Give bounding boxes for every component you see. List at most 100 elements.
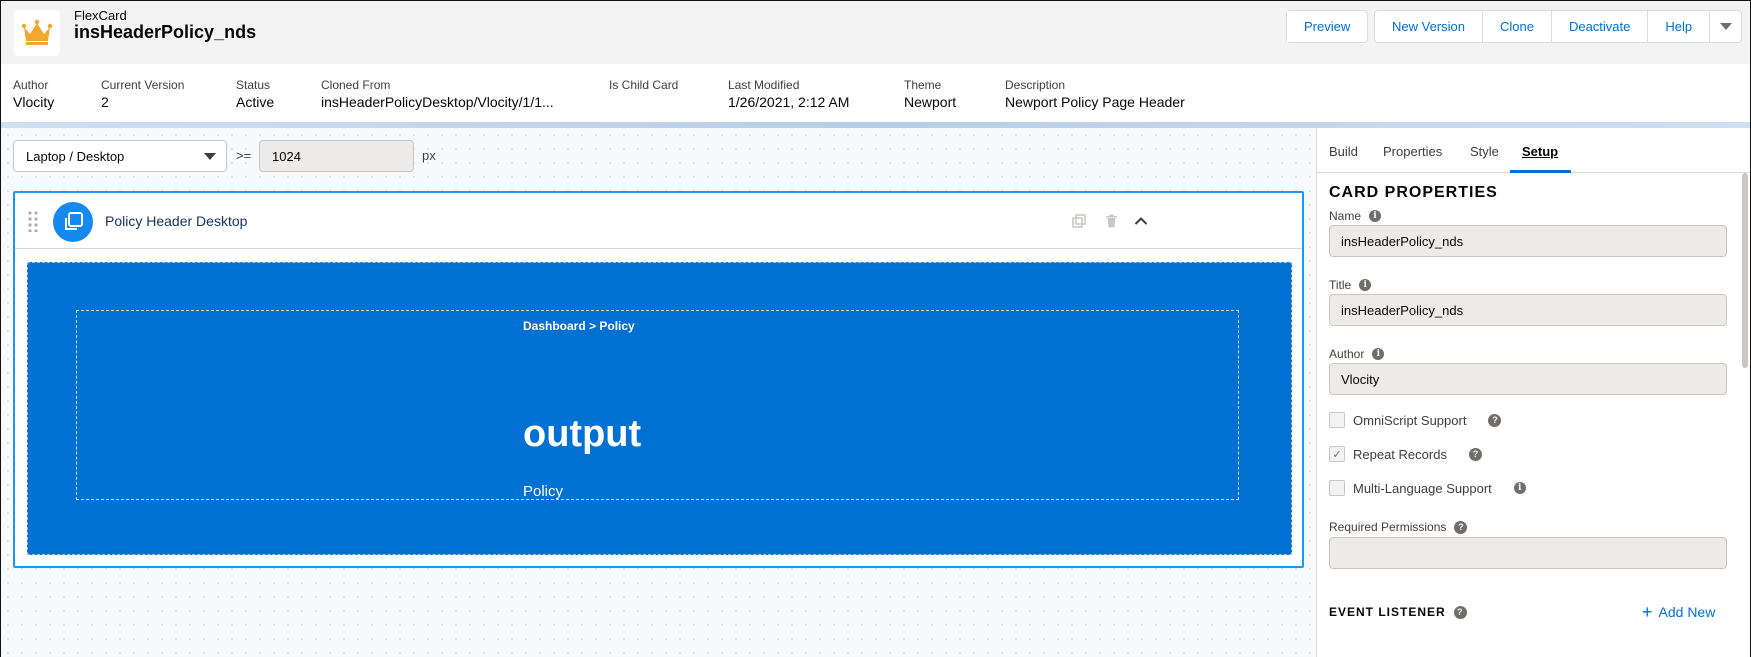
new-version-button[interactable]: New Version — [1375, 11, 1482, 42]
device-select-value: Laptop / Desktop — [26, 148, 125, 164]
omniscript-support-checkbox[interactable] — [1329, 412, 1345, 428]
card-stack-icon — [53, 202, 93, 242]
help-icon[interactable]: ? — [1488, 413, 1502, 427]
highlight-label: Last Modified — [728, 78, 800, 92]
highlight-label: Status — [236, 78, 271, 92]
side-panel-scrollbar[interactable] — [1742, 173, 1748, 368]
checkbox-label: Multi-Language Support — [1353, 480, 1492, 496]
highlight-is-child-card: Is Child Card — [609, 77, 678, 93]
info-icon[interactable]: i — [1359, 279, 1372, 291]
deactivate-button[interactable]: Deactivate — [1550, 11, 1648, 42]
device-select[interactable]: Laptop / Desktop — [13, 140, 227, 172]
highlight-author: Author Vlocity — [13, 77, 54, 111]
help-icon[interactable]: ? — [1454, 520, 1468, 534]
help-icon[interactable]: ? — [1453, 605, 1467, 619]
multi-language-support-checkbox-row: Multi-Language Support i — [1329, 480, 1526, 496]
output-subtitle: Policy — [523, 483, 564, 500]
card-header: Policy Header Desktop — [15, 193, 1302, 249]
required-permissions-label-text: Required Permissions — [1329, 520, 1447, 534]
highlight-label: Is Child Card — [609, 78, 679, 92]
highlight-value: 2 — [101, 94, 109, 110]
highlight-label: Cloned From — [321, 78, 391, 92]
preview-button[interactable]: Preview — [1287, 11, 1368, 42]
omniscript-support-checkbox-row: OmniScript Support ? — [1329, 412, 1502, 428]
tab-style[interactable]: Style — [1470, 144, 1499, 159]
help-icon[interactable]: ? — [1468, 447, 1482, 461]
highlight-value: Active — [236, 94, 275, 110]
event-listener-title: EVENT LISTENER — [1329, 605, 1446, 619]
info-icon[interactable]: i — [1372, 348, 1385, 360]
plus-icon: + — [1642, 602, 1653, 622]
designer-canvas: Laptop / Desktop >= 1024 px Policy Heade… — [1, 128, 1316, 657]
title-field[interactable]: insHeaderPolicy_nds — [1329, 294, 1727, 326]
crown-icon — [14, 10, 60, 56]
copy-icon[interactable] — [1070, 212, 1088, 230]
author-label-text: Author — [1329, 347, 1365, 361]
checkbox-label: Repeat Records — [1353, 446, 1447, 462]
name-label-text: Name — [1329, 209, 1362, 223]
highlight-label: Description — [1005, 78, 1066, 92]
add-new-event-listener-button[interactable]: + Add New — [1642, 602, 1716, 622]
card-preview-block[interactable] — [76, 310, 1239, 500]
page-header: FlexCard insHeaderPolicy_nds Preview New… — [1, 1, 1750, 128]
help-button[interactable]: Help — [1647, 11, 1710, 42]
highlight-theme: Theme Newport — [904, 77, 956, 111]
checkbox-label: OmniScript Support — [1353, 412, 1467, 428]
side-panel-tabs: Build Properties Style Setup — [1317, 128, 1750, 173]
highlight-value: Newport — [904, 94, 957, 110]
clone-button[interactable]: Clone — [1481, 11, 1551, 42]
required-permissions-label: Required Permissions ? — [1329, 520, 1468, 534]
repeat-records-checkbox-row: ✓ Repeat Records ? — [1329, 446, 1482, 462]
name-field[interactable]: insHeaderPolicy_nds — [1329, 225, 1727, 257]
chevron-up-icon[interactable] — [1132, 212, 1150, 230]
highlight-description: Description Newport Policy Page Header — [1005, 77, 1185, 111]
card-preview-panel[interactable]: Dashboard > Policy output Policy — [27, 262, 1292, 555]
highlight-value: insHeaderPolicyDesktop/Vlocity/1/1... — [321, 94, 554, 110]
highlight-label: Current Version — [101, 78, 185, 92]
breadcrumb: Dashboard > Policy — [523, 319, 635, 333]
info-icon[interactable]: i — [1513, 482, 1526, 494]
card-frame[interactable]: Policy Header Desktop Dashboard > Policy… — [13, 191, 1304, 568]
highlight-value: Vlocity — [13, 94, 55, 110]
highlights-panel: Author Vlocity Current Version 2 Status … — [1, 64, 1750, 123]
title-label-text: Title — [1329, 278, 1352, 292]
width-input[interactable]: 1024 — [259, 140, 414, 172]
author-field[interactable]: Vlocity — [1329, 363, 1727, 395]
author-field-label: Author i — [1329, 347, 1385, 361]
object-label: FlexCard — [74, 8, 127, 23]
width-unit: px — [422, 148, 436, 163]
card-title: Policy Header Desktop — [105, 213, 248, 229]
multi-language-support-checkbox[interactable] — [1329, 480, 1345, 496]
highlight-label: Theme — [904, 78, 942, 92]
title-field-label: Title i — [1329, 278, 1372, 292]
add-new-label: Add New — [1658, 604, 1716, 620]
width-operator: >= — [236, 148, 252, 163]
required-permissions-field[interactable] — [1329, 537, 1727, 569]
tab-properties[interactable]: Properties — [1383, 144, 1442, 159]
tab-setup[interactable]: Setup — [1522, 144, 1558, 159]
info-icon[interactable]: i — [1369, 210, 1382, 222]
tab-build[interactable]: Build — [1329, 144, 1358, 159]
preview-button-group: Preview — [1286, 10, 1369, 43]
action-button-group: New Version Clone Deactivate Help — [1374, 10, 1743, 43]
more-actions-button[interactable] — [1709, 11, 1742, 42]
card-properties-heading: CARD PROPERTIES — [1329, 184, 1498, 201]
properties-side-panel: Build Properties Style Setup CARD PROPER… — [1316, 128, 1750, 657]
highlight-value: 1/26/2021, 2:12 AM — [728, 94, 850, 110]
output-title: output — [523, 413, 642, 455]
highlight-cloned-from: Cloned From insHeaderPolicyDesktop/Vloci… — [321, 77, 554, 111]
highlight-value: Newport Policy Page Header — [1005, 94, 1185, 110]
active-tab-indicator — [1510, 170, 1571, 173]
highlight-label: Author — [13, 78, 49, 92]
chevron-down-icon — [1719, 23, 1732, 30]
trash-icon[interactable] — [1102, 212, 1120, 230]
header-top: FlexCard insHeaderPolicy_nds Preview New… — [1, 1, 1750, 64]
drag-handle-icon[interactable] — [27, 210, 39, 232]
name-field-label: Name i — [1329, 209, 1382, 223]
highlight-last-modified: Last Modified 1/26/2021, 2:12 AM — [728, 77, 849, 111]
highlight-status: Status Active — [236, 77, 274, 111]
record-title: insHeaderPolicy_nds — [74, 22, 257, 42]
event-listener-heading: EVENT LISTENER ? — [1329, 605, 1467, 619]
repeat-records-checkbox[interactable]: ✓ — [1329, 446, 1345, 462]
caret-down-icon — [204, 153, 216, 160]
